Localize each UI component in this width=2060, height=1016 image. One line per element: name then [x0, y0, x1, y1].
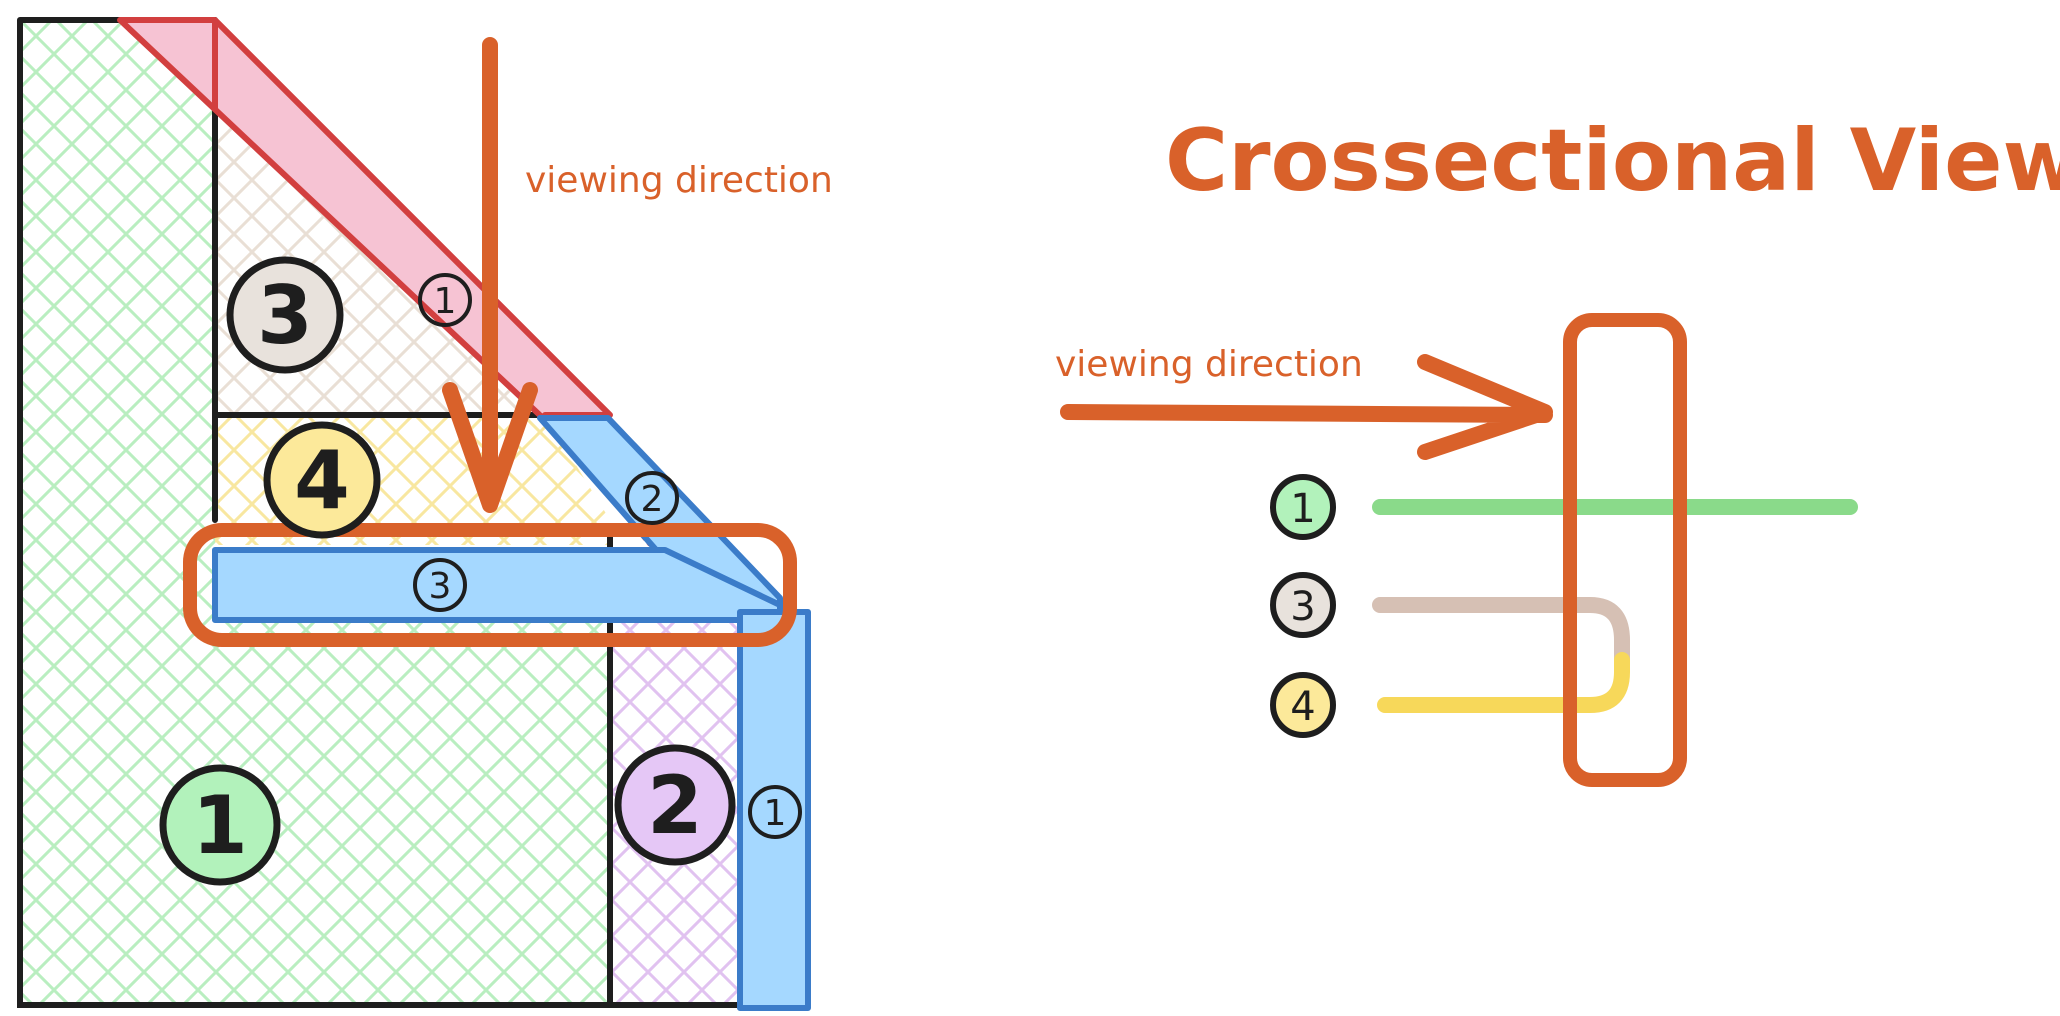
region-2-number: 2: [647, 759, 703, 852]
layer-3-line: [1372, 597, 1630, 668]
blue-vertical-number: 1: [764, 793, 787, 834]
region-4-number: 4: [294, 434, 350, 527]
layer-4-badge: 4: [1270, 672, 1336, 738]
region-2-badge: 2: [614, 744, 736, 866]
layer-1-badge: 1: [1270, 474, 1336, 540]
layer-1-number: 1: [1290, 486, 1315, 532]
viewing-direction-label-left: viewing direction: [525, 160, 833, 201]
layer-3-badge: 3: [1270, 572, 1336, 638]
region-3-number: 3: [257, 269, 313, 362]
left-diagram: viewing direction 3 4 1 2 1 2 3 1: [17, 17, 833, 1011]
region-1-badge: 1: [159, 764, 281, 886]
layer-4-number: 4: [1290, 684, 1315, 730]
region-4-badge: 4: [263, 421, 381, 539]
pink-strip-number: 1: [434, 281, 457, 322]
layer-3-number: 3: [1290, 584, 1315, 630]
diagram-canvas: viewing direction 3 4 1 2 1 2 3 1 Crosse…: [17, 17, 2060, 1011]
layer-4-line: [1377, 652, 1630, 713]
region-3-badge: 3: [226, 256, 344, 374]
viewing-direction-label-right: viewing direction: [1055, 344, 1363, 385]
right-diagram: Crossectional View viewing direction 1 3…: [1055, 111, 2060, 787]
blue-horizontal-number: 3: [429, 566, 452, 607]
region-1-number: 1: [192, 779, 248, 872]
page-title: Crossectional View: [1165, 111, 2060, 211]
blue-diagonal-number: 2: [641, 479, 664, 520]
